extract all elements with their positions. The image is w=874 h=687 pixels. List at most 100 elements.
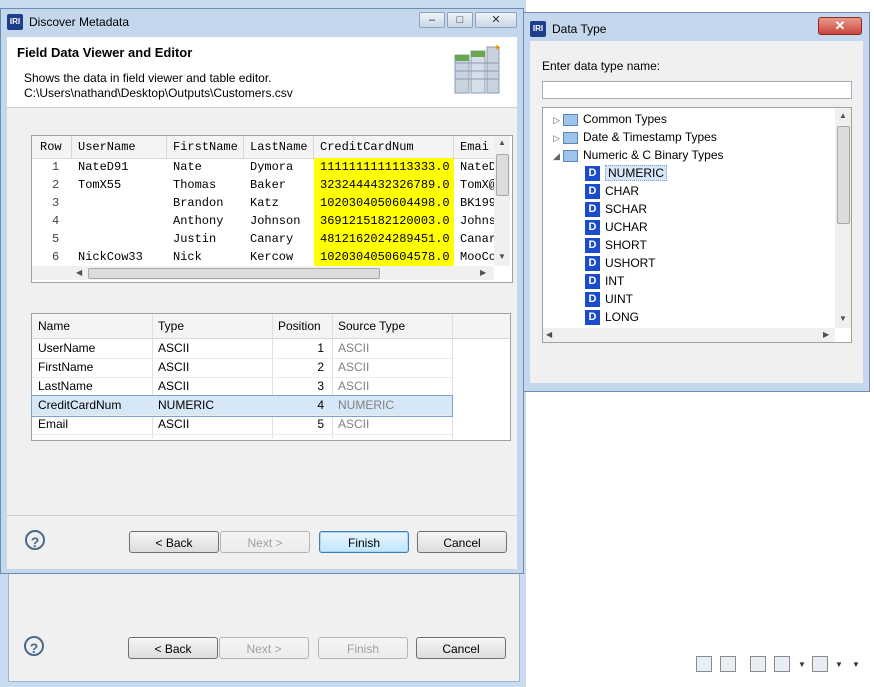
field-cell-position[interactable]: 2 xyxy=(272,358,324,377)
data-table-hscroll-thumb[interactable] xyxy=(88,268,380,279)
data-cell-username[interactable] xyxy=(78,212,167,230)
field-cell-type[interactable]: ASCII xyxy=(158,377,270,396)
field-cell-type[interactable]: ASCII xyxy=(158,415,270,434)
data-table-hscrollbar[interactable]: ◀ ▶ xyxy=(32,266,494,280)
field-cell-name[interactable]: CreditCardNum xyxy=(38,396,150,415)
data-row[interactable]: 6 NickCow33 Nick Kercow 1020304050604578.0 Mo… xyxy=(32,248,494,266)
data-col-separator[interactable] xyxy=(166,136,167,158)
data-cell-username[interactable] xyxy=(78,230,167,248)
datatype-name-input[interactable] xyxy=(542,81,852,99)
tree-item-short[interactable]: D SHORT xyxy=(585,236,647,254)
data-cell-row[interactable]: 6 xyxy=(52,248,70,266)
field-cell-name[interactable]: LastName xyxy=(38,377,150,396)
data-row[interactable]: 1 NateD91 Nate Dymora 1111111111113333.0 Nate… xyxy=(32,158,494,176)
field-cell-source-type[interactable]: NUMERIC xyxy=(338,396,450,415)
data-cell-creditcardnum[interactable]: 3232444432326789.0 xyxy=(314,176,454,194)
data-table-vscrollbar[interactable]: ▲ ▼ xyxy=(494,136,510,266)
tree-item-char[interactable]: D CHAR xyxy=(585,182,639,200)
datatype-tree[interactable]: ▷ Common Types ▷ Date & Timestamp Types ◢ Num… xyxy=(542,107,852,343)
close-icon[interactable]: ✕ xyxy=(475,12,517,28)
monitor-icon[interactable] xyxy=(774,656,790,672)
tree-vscrollbar[interactable]: ▲ ▼ xyxy=(835,108,851,328)
field-cell-source-type[interactable]: ASCII xyxy=(338,339,450,358)
field-cell-position[interactable]: 1 xyxy=(272,339,324,358)
data-col-separator[interactable] xyxy=(243,136,244,158)
field-col-header-source-type[interactable]: Source Type xyxy=(338,319,450,333)
data-cell-lastname[interactable]: Baker xyxy=(250,176,314,194)
field-row[interactable]: UserName ASCII 1 ASCII xyxy=(32,339,452,359)
data-cell-firstname[interactable]: Thomas xyxy=(173,176,244,194)
scroll-left-icon[interactable]: ◀ xyxy=(76,268,82,277)
cancel-button[interactable]: Cancel xyxy=(417,531,507,553)
data-cell-creditcardnum[interactable]: 1020304050604498.0 xyxy=(314,194,454,212)
field-cell-type[interactable]: ASCII xyxy=(158,358,270,377)
tree-scroll-up-icon[interactable]: ▲ xyxy=(839,111,847,120)
data-cell-username[interactable] xyxy=(78,194,167,212)
expand-arrow-icon[interactable]: ▷ xyxy=(553,111,563,129)
background-back-button[interactable]: < Back xyxy=(128,637,218,659)
data-col-separator[interactable] xyxy=(71,136,72,158)
data-col-separator[interactable] xyxy=(453,136,454,158)
field-col-separator[interactable] xyxy=(452,314,453,438)
lock-icon[interactable] xyxy=(720,656,736,672)
tree-item-uchar[interactable]: D UCHAR xyxy=(585,218,648,236)
maximize-icon[interactable]: □ xyxy=(447,12,473,28)
data-cell-creditcardnum[interactable]: 3691215182120003.0 xyxy=(314,212,454,230)
tree-item-uint[interactable]: D UINT xyxy=(585,290,633,308)
data-cell-creditcardnum[interactable]: 1020304050604578.0 xyxy=(314,248,454,266)
data-row[interactable]: 2 TomX55 Thomas Baker 3232444432326789.0 TomX… xyxy=(32,176,494,194)
tree-item-long[interactable]: D LONG xyxy=(585,308,639,326)
tree-group[interactable]: ◢ Numeric & C Binary Types xyxy=(553,146,724,164)
scroll-right-icon[interactable]: ▶ xyxy=(480,268,486,277)
field-cell-source-type[interactable]: ASCII xyxy=(338,377,450,396)
data-row[interactable]: 5 Justin Canary 4812162024289451.0 Canar xyxy=(32,230,494,248)
field-cell-name[interactable]: FirstName xyxy=(38,358,150,377)
new-item-icon[interactable] xyxy=(812,656,828,672)
field-row[interactable]: CreditCardNum NUMERIC 4 NUMERIC xyxy=(31,395,453,417)
tree-item-ushort[interactable]: D USHORT xyxy=(585,254,655,272)
expand-arrow-icon[interactable]: ▷ xyxy=(553,129,563,147)
field-cell-name[interactable]: Email xyxy=(38,415,150,434)
data-col-header-row[interactable]: Row xyxy=(40,140,72,154)
data-cell-firstname[interactable]: Justin xyxy=(173,230,244,248)
data-cell-row[interactable]: 5 xyxy=(52,230,70,248)
help-icon[interactable]: ? xyxy=(25,530,45,550)
data-cell-creditcardnum[interactable]: 4812162024289451.0 xyxy=(314,230,454,248)
data-cell-firstname[interactable]: Anthony xyxy=(173,212,244,230)
data-cell-row[interactable]: 1 xyxy=(52,158,70,176)
tree-scroll-left-icon[interactable]: ◀ xyxy=(546,330,552,339)
data-cell-lastname[interactable]: Katz xyxy=(250,194,314,212)
data-cell-row[interactable]: 4 xyxy=(52,212,70,230)
data-col-header-username[interactable]: UserName xyxy=(78,140,167,154)
background-cancel-button[interactable]: Cancel xyxy=(416,637,506,659)
data-col-header-emai[interactable]: Emai xyxy=(460,140,494,154)
finish-button[interactable]: Finish xyxy=(319,531,409,553)
tree-item-numeric[interactable]: D NUMERIC xyxy=(585,164,667,182)
data-cell-firstname[interactable]: Brandon xyxy=(173,194,244,212)
tree-scroll-right-icon[interactable]: ▶ xyxy=(823,330,829,339)
field-col-header-position[interactable]: Position xyxy=(278,319,330,333)
data-row[interactable]: 4 Anthony Johnson 3691215182120003.0 Johns xyxy=(32,212,494,230)
data-col-header-firstname[interactable]: FirstName xyxy=(173,140,244,154)
field-row[interactable]: Email ASCII 5 ASCII xyxy=(32,415,452,435)
tree-scroll-down-icon[interactable]: ▼ xyxy=(839,314,847,323)
data-col-separator[interactable] xyxy=(313,136,314,158)
dropdown-arrow-icon[interactable]: ▼ xyxy=(798,660,806,669)
data-row[interactable]: 3 Brandon Katz 1020304050604498.0 BK199 xyxy=(32,194,494,212)
data-cell-emai[interactable]: TomX@ xyxy=(460,176,494,194)
data-cell-row[interactable]: 2 xyxy=(52,176,70,194)
editor-icon[interactable] xyxy=(696,656,712,672)
collapse-arrow-icon[interactable]: ◢ xyxy=(553,147,563,165)
field-editor-table[interactable]: Name Type Position Source Type UserName ASCII… xyxy=(31,313,511,441)
data-cell-firstname[interactable]: Nick xyxy=(173,248,244,266)
field-cell-position[interactable]: 4 xyxy=(272,396,324,415)
datatype-close-icon[interactable]: ✕ xyxy=(818,17,862,35)
data-preview-table[interactable]: Row UserName FirstName LastName CreditCardNu… xyxy=(31,135,513,283)
tree-item-schar[interactable]: D SCHAR xyxy=(585,200,647,218)
data-cell-lastname[interactable]: Johnson xyxy=(250,212,314,230)
field-cell-type[interactable]: ASCII xyxy=(158,339,270,358)
field-col-header-name[interactable]: Name xyxy=(38,319,150,333)
data-cell-username[interactable]: NateD91 xyxy=(78,158,167,176)
data-cell-lastname[interactable]: Kercow xyxy=(250,248,314,266)
data-cell-emai[interactable]: MooCo xyxy=(460,248,494,266)
